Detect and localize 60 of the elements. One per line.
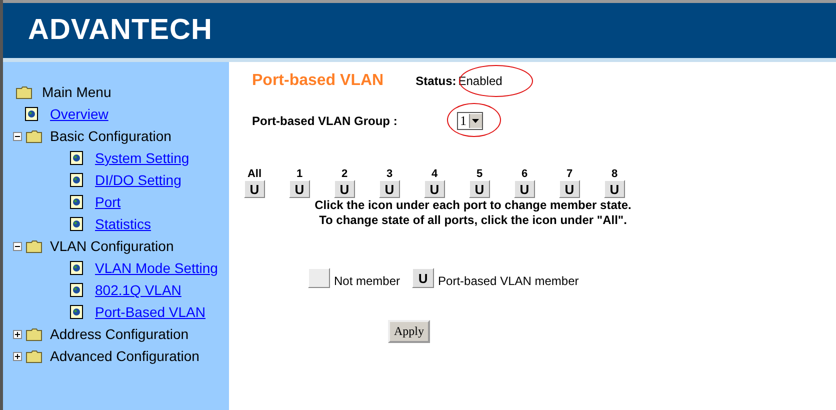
tree-link[interactable]: Port xyxy=(95,194,121,210)
page-icon xyxy=(70,305,83,319)
member-toggle-button[interactable]: U xyxy=(604,180,625,198)
member-toggle-button[interactable]: U xyxy=(244,180,265,198)
port-label: 6 xyxy=(521,168,528,180)
folder-icon xyxy=(16,86,32,98)
page-icon xyxy=(70,261,83,275)
page-icon xyxy=(70,151,83,165)
tree-folder-label[interactable]: VLAN Configuration xyxy=(50,238,174,254)
folder-icon xyxy=(26,350,42,362)
tree-link[interactable]: Port-Based VLAN xyxy=(95,304,206,320)
member-toggle-button[interactable]: U xyxy=(469,180,490,198)
dropdown-arrow-icon xyxy=(472,119,479,123)
instruction-text: Click the icon under each port to change member state. xyxy=(314,198,632,213)
port-label: 7 xyxy=(566,168,573,180)
member-toggle-button[interactable]: U xyxy=(379,180,400,198)
logo: ADVANTECH xyxy=(28,14,212,47)
port-label: 8 xyxy=(611,168,618,180)
folder-icon xyxy=(26,328,42,340)
folder-icon xyxy=(26,130,42,142)
group-dropdown[interactable]: 1 xyxy=(457,112,482,130)
group-label: Port-based VLAN Group : xyxy=(252,114,398,128)
page-icon xyxy=(70,195,83,209)
member-toggle-button[interactable]: U xyxy=(514,180,535,198)
tree-root-label: Main Menu xyxy=(42,84,112,100)
page-icon xyxy=(25,107,38,121)
page-icon xyxy=(70,283,83,297)
tree-folder-label[interactable]: Basic Configuration xyxy=(50,128,172,144)
tree-link[interactable]: DI/DO Setting xyxy=(95,172,182,188)
port-label: 3 xyxy=(386,168,393,180)
tree-link[interactable]: Statistics xyxy=(95,216,152,232)
tree-link[interactable]: VLAN Mode Setting xyxy=(95,260,218,276)
collapse-icon[interactable] xyxy=(13,242,22,250)
member-toggle-button[interactable]: U xyxy=(559,180,580,198)
member-toggle-button[interactable]: U xyxy=(289,180,310,198)
tree-folder-label[interactable]: Advanced Configuration xyxy=(50,348,200,364)
tree-link[interactable]: Overview xyxy=(50,106,108,122)
member-toggle-button[interactable]: U xyxy=(334,180,355,198)
port-label: 1 xyxy=(296,168,303,180)
status-label: Status: xyxy=(416,74,456,88)
folder-icon xyxy=(26,240,42,252)
tree-link[interactable]: 802.1Q VLAN xyxy=(95,282,182,298)
page-icon xyxy=(70,217,83,231)
legend-label: Port-based VLAN member xyxy=(438,274,579,288)
member-legend-icon: U xyxy=(412,268,434,288)
port-label: 4 xyxy=(431,168,438,180)
page-icon xyxy=(70,173,83,187)
page-title: Port-based VLAN xyxy=(252,72,384,90)
legend-label: Not member xyxy=(334,274,400,288)
port-label: All xyxy=(247,168,262,180)
tree-link[interactable]: System Setting xyxy=(95,150,190,166)
port-label: 2 xyxy=(341,168,348,180)
expand-icon[interactable] xyxy=(13,330,22,338)
apply-button[interactable]: Apply xyxy=(388,320,430,343)
tree-folder-label[interactable]: Address Configuration xyxy=(50,326,189,342)
port-label: 5 xyxy=(476,168,483,180)
collapse-icon[interactable] xyxy=(13,132,22,140)
member-toggle-button[interactable]: U xyxy=(424,180,445,198)
expand-icon[interactable] xyxy=(13,352,22,360)
instruction-text: To change state of all ports, click the icon under "All". xyxy=(318,213,628,228)
